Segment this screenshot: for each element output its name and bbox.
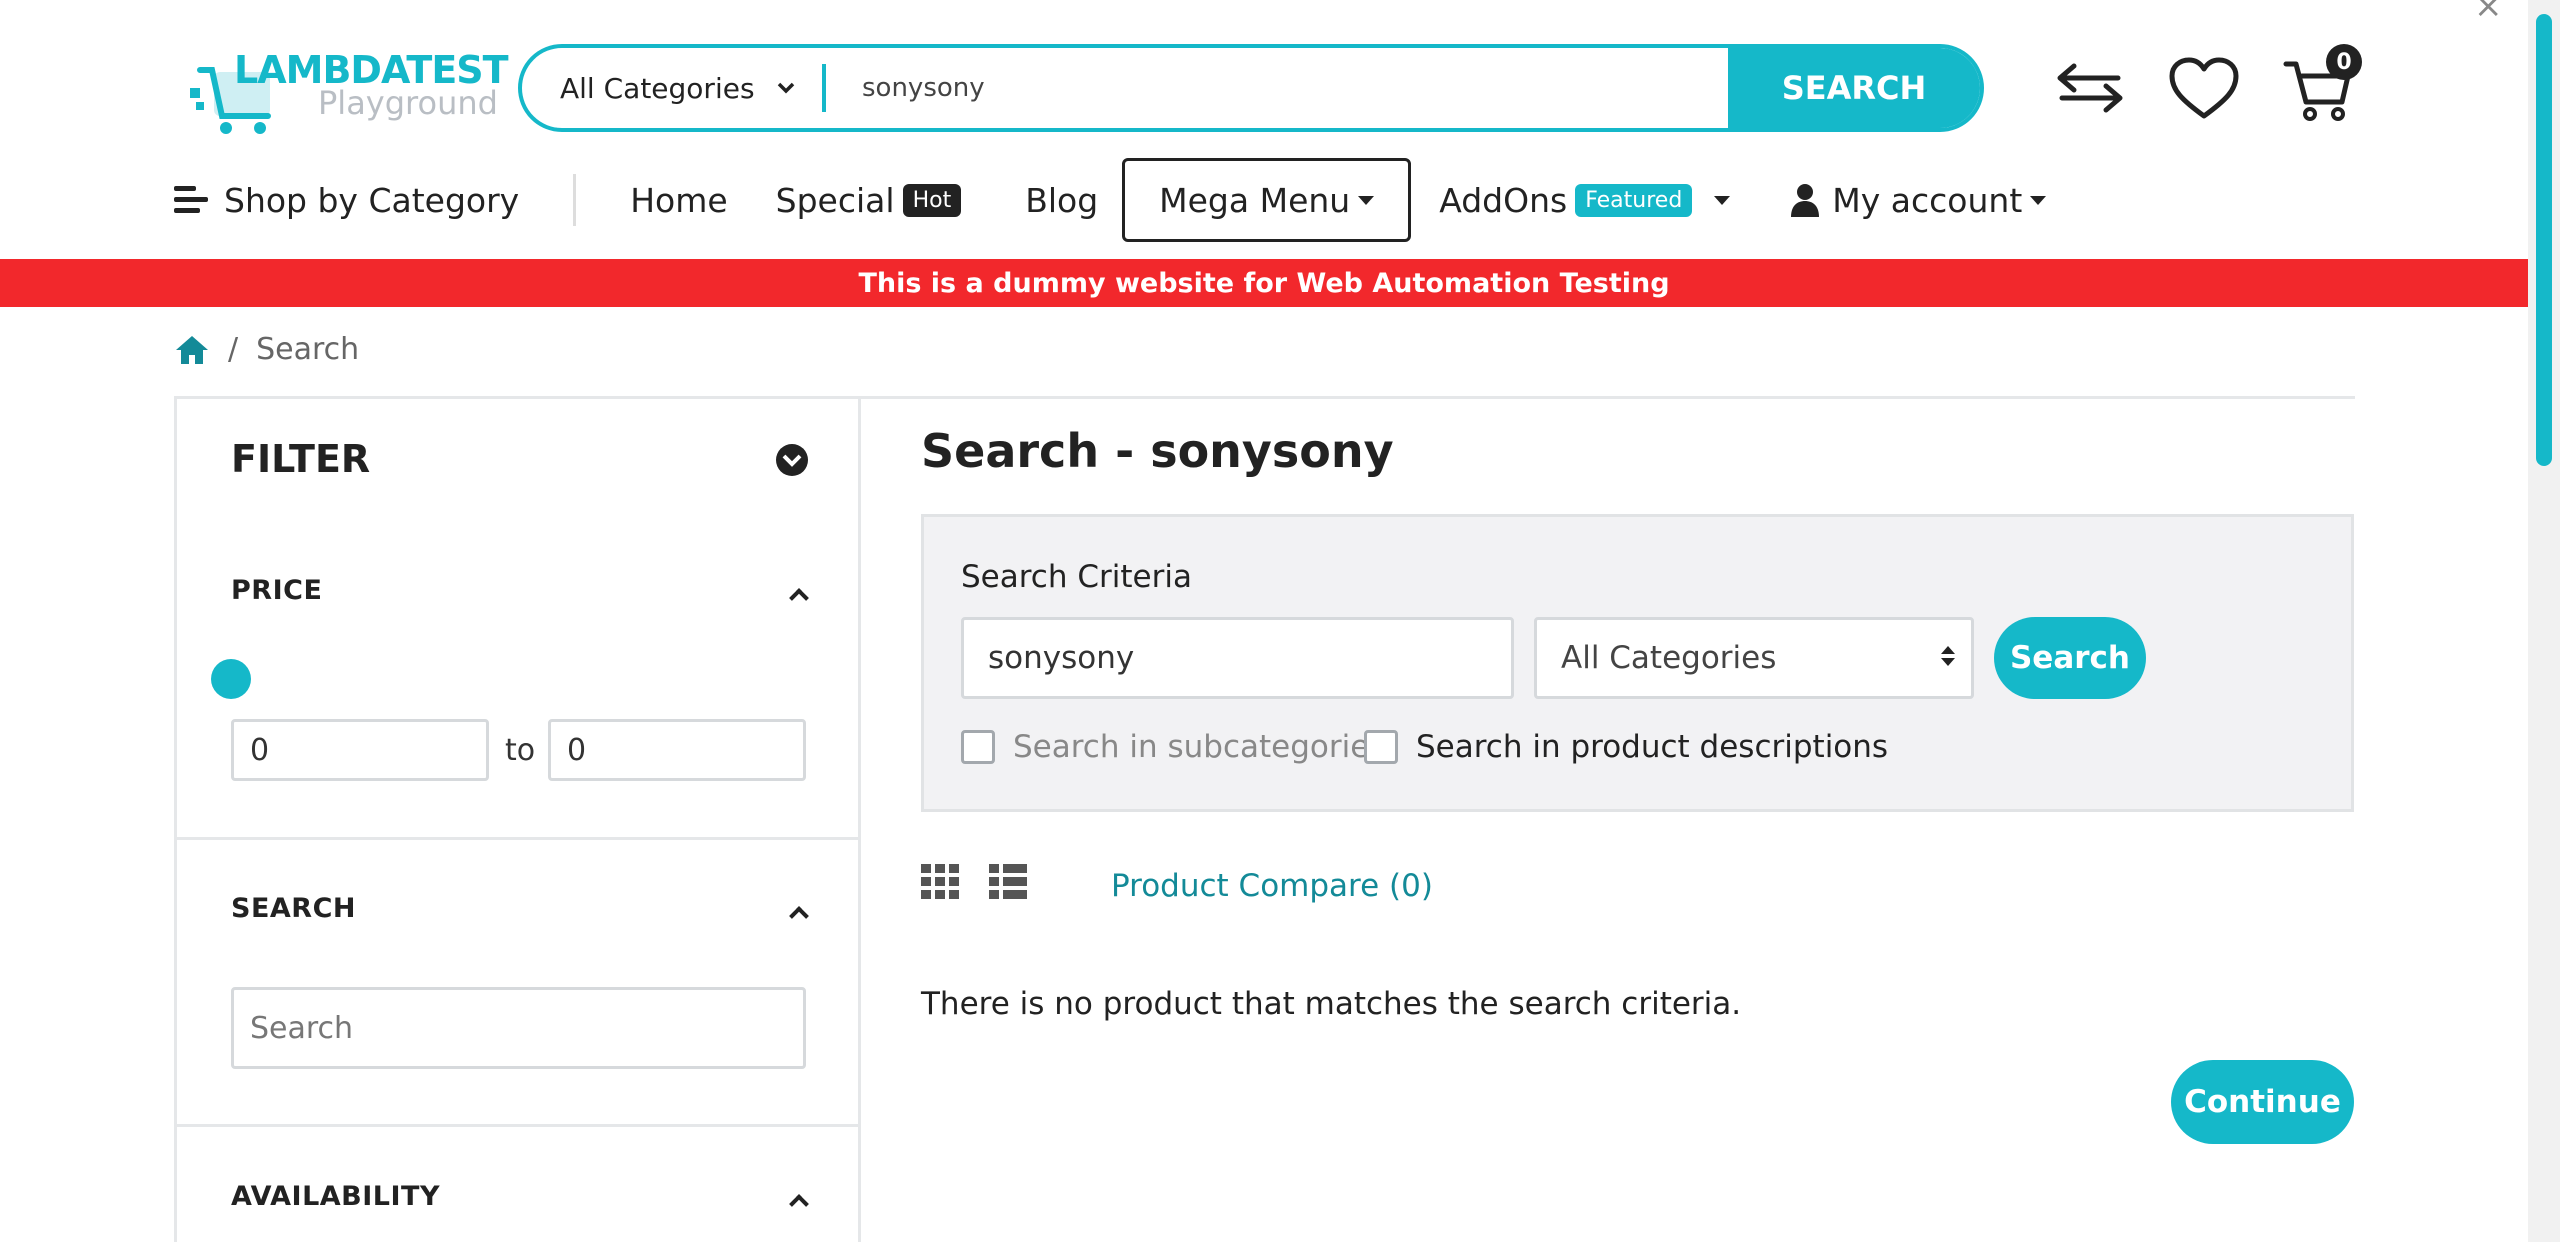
nav-mega-menu[interactable]: Mega Menu	[1122, 158, 1412, 242]
hot-badge: Hot	[902, 183, 962, 217]
criteria-search-input[interactable]: sonysony	[961, 617, 1514, 699]
price-section-title: PRICE	[231, 575, 323, 606]
header-search-bar: All Categories sonysony SEARCH	[518, 44, 1984, 132]
search-button[interactable]: SEARCH	[1728, 48, 1980, 128]
close-icon[interactable]: ×	[2474, 0, 2503, 26]
breadcrumb: / Search	[174, 332, 359, 367]
chevron-up-icon[interactable]	[789, 906, 809, 926]
cart-icon[interactable]: 0	[2280, 44, 2362, 126]
filter-sidebar: FILTER PRICE 0 to 0 SEARCH Search AVAILA…	[174, 396, 861, 1242]
nav-addons[interactable]: AddOns Featured	[1411, 158, 1754, 242]
price-max-input[interactable]: 0	[548, 719, 806, 781]
cart-count-badge: 0	[2326, 44, 2362, 80]
nav-mega-menu-label: Mega Menu	[1159, 180, 1351, 220]
category-dropdown-label: All Categories	[560, 71, 755, 105]
descriptions-option[interactable]: Search in product descriptions	[1364, 729, 1888, 765]
criteria-category-label: All Categories	[1561, 640, 1777, 676]
chevron-up-icon[interactable]	[789, 1194, 809, 1214]
section-divider	[177, 1124, 858, 1127]
sidebar-search-input[interactable]: Search	[231, 987, 806, 1069]
chevron-circle-down-icon[interactable]	[775, 443, 809, 477]
price-slider-handle[interactable]	[211, 659, 251, 699]
nav-addons-label: AddOns	[1439, 180, 1568, 220]
shop-by-category-label: Shop by Category	[224, 180, 520, 220]
product-compare-link[interactable]: Product Compare (0)	[1111, 868, 1433, 904]
user-icon	[1791, 184, 1820, 217]
nav-my-account[interactable]: My account	[1754, 158, 2070, 242]
continue-button[interactable]: Continue	[2171, 1060, 2354, 1144]
criteria-category-select[interactable]: All Categories	[1534, 617, 1974, 699]
main-nav: Shop by Category Home Special Hot Blog M…	[170, 158, 2070, 242]
view-toggle	[921, 864, 1027, 900]
home-icon[interactable]	[174, 334, 210, 366]
page-title: Search - sonysony	[921, 424, 1394, 478]
price-min-input[interactable]: 0	[231, 719, 489, 781]
nav-blog[interactable]: Blog	[985, 158, 1122, 242]
grid-view-icon[interactable]	[921, 864, 959, 900]
search-criteria-label: Search Criteria	[961, 559, 1192, 595]
featured-badge: Featured	[1575, 183, 1693, 217]
subcategories-checkbox[interactable]	[961, 730, 995, 764]
caret-down-icon	[1358, 195, 1375, 205]
category-dropdown[interactable]: All Categories	[522, 48, 822, 128]
site-logo[interactable]: LAMBDATEST Playground	[190, 46, 509, 136]
subcategories-option[interactable]: Search in subcategories	[961, 729, 1385, 765]
logo-subtext: Playground	[318, 84, 498, 122]
select-arrows-icon	[1941, 646, 1955, 666]
scrollbar-thumb[interactable]	[2536, 14, 2552, 466]
search-section-title: SEARCH	[231, 893, 356, 924]
wishlist-icon[interactable]	[2166, 50, 2242, 126]
no-results-message: There is no product that matches the sea…	[921, 986, 1742, 1022]
nav-my-account-label: My account	[1832, 180, 2023, 220]
breadcrumb-current: Search	[256, 332, 360, 367]
caret-down-icon	[2030, 195, 2047, 205]
search-input[interactable]: sonysony	[826, 73, 1728, 103]
descriptions-checkbox[interactable]	[1364, 730, 1398, 764]
search-criteria-panel: Search Criteria sonysony All Categories …	[921, 514, 2354, 812]
price-to-label: to	[505, 733, 536, 768]
compare-icon[interactable]	[2052, 50, 2128, 126]
criteria-search-button[interactable]: Search	[1994, 617, 2146, 699]
breadcrumb-separator: /	[228, 332, 239, 367]
descriptions-label: Search in product descriptions	[1416, 729, 1889, 765]
nav-special-label: Special	[775, 180, 895, 220]
caret-down-icon	[1714, 195, 1731, 205]
filter-title: FILTER	[231, 437, 371, 481]
list-view-icon[interactable]	[989, 864, 1027, 900]
nav-home[interactable]: Home	[606, 158, 751, 242]
subcategories-label: Search in subcategories	[1013, 729, 1386, 765]
content-top-rule	[861, 396, 2355, 399]
nav-divider	[573, 174, 577, 226]
shop-by-category[interactable]: Shop by Category	[170, 158, 543, 242]
availability-section-title: AVAILABILITY	[231, 1181, 441, 1212]
chevron-down-icon	[777, 82, 794, 94]
chevron-up-icon[interactable]	[789, 588, 809, 608]
announcement-banner: This is a dummy website for Web Automati…	[0, 259, 2528, 307]
section-divider	[177, 837, 858, 840]
nav-special[interactable]: Special Hot	[752, 158, 986, 242]
menu-icon	[174, 186, 208, 213]
